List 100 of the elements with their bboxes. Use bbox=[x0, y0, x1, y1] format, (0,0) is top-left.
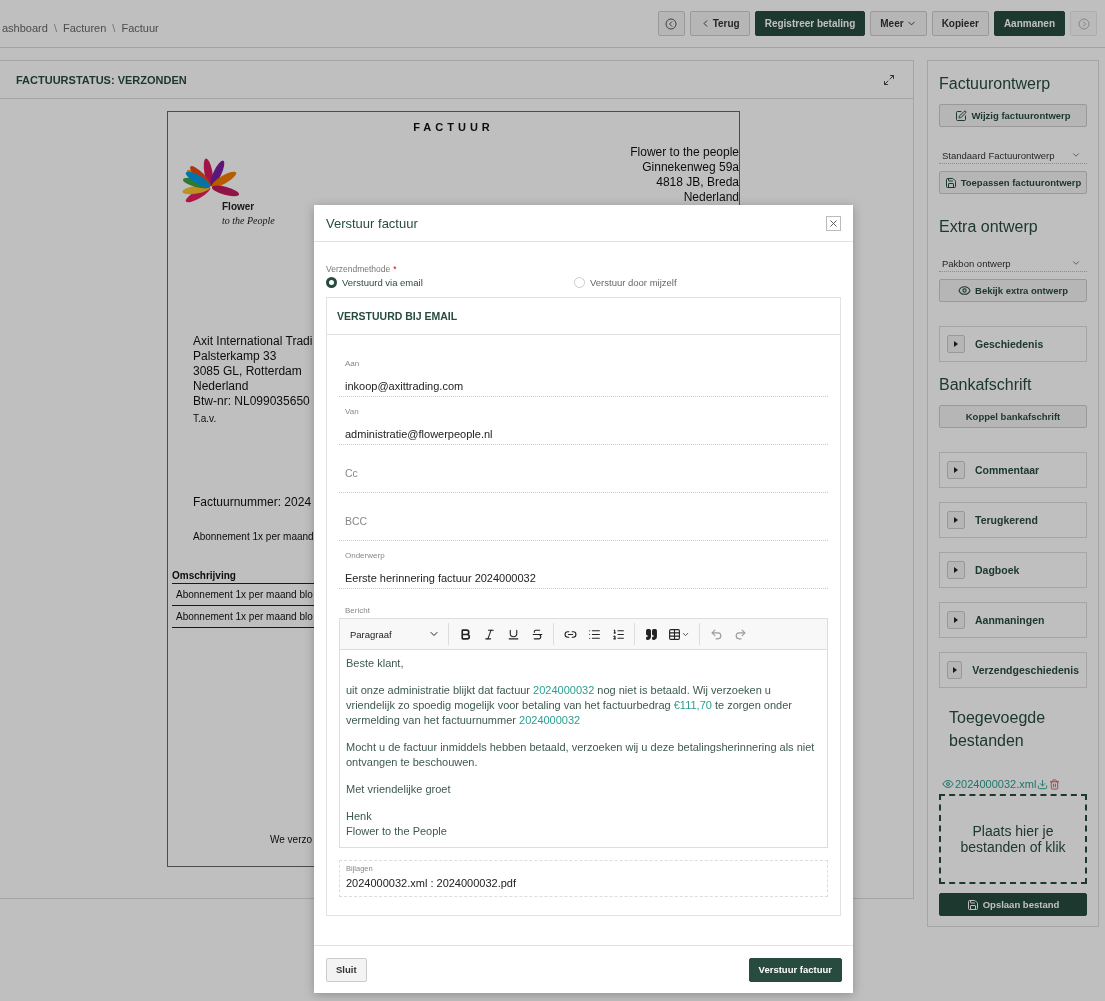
breadcrumb-separator: \ bbox=[53, 21, 57, 34]
breadcrumb-link[interactable]: Factuur bbox=[121, 21, 159, 34]
select-value: Pakbon ontwerp bbox=[942, 257, 1011, 269]
previous-icon bbox=[665, 17, 678, 30]
message-paragraph: Met vriendelijke groet bbox=[346, 782, 452, 797]
radio-label: Verstuurd via email bbox=[342, 277, 423, 288]
eye-icon bbox=[958, 284, 972, 297]
message-paragraph: Henk Flower to the People bbox=[346, 809, 448, 839]
sender-address-line: 4818 JB, Breda bbox=[656, 175, 739, 190]
recipient-address-line: Nederland bbox=[193, 379, 249, 394]
chevron-down-icon bbox=[1071, 150, 1081, 160]
quote-icon bbox=[644, 627, 658, 641]
select-value: Standaard Factuurontwerp bbox=[942, 149, 1055, 161]
field-label: Van bbox=[345, 407, 359, 416]
bold-icon bbox=[458, 627, 472, 641]
save-icon bbox=[944, 176, 957, 189]
field-value: 2024000032.xml : 2024000032.pdf bbox=[346, 877, 517, 889]
download-icon[interactable] bbox=[1037, 778, 1049, 790]
bullet-list-icon bbox=[587, 627, 601, 641]
field-label: Onderwerp bbox=[345, 551, 385, 560]
input-field[interactable]: BCC bbox=[339, 493, 828, 541]
sidebar-button[interactable]: Bekijk extra ontwerp bbox=[939, 279, 1087, 302]
field-value: inkoop@axittrading.com bbox=[345, 380, 465, 392]
field-placeholder: Cc bbox=[345, 467, 358, 479]
toolbar-button[interactable]: Terug bbox=[689, 11, 750, 36]
design-select[interactable]: Pakbon ontwerp bbox=[939, 255, 1087, 272]
send-invoice-button[interactable]: Verstuur factuur bbox=[748, 957, 842, 982]
sender-address-line: Flower to the people bbox=[630, 145, 739, 160]
toolbar-button[interactable]: Kopieer bbox=[931, 11, 989, 36]
toolbar-button[interactable]: Aanmanen bbox=[993, 11, 1065, 36]
input-field[interactable]: Onderwerp Eerste herinnering factuur 2024000032 bbox=[339, 541, 828, 589]
field-label: Aan bbox=[345, 359, 360, 368]
toolbar-button[interactable]: Registreer betaling bbox=[754, 11, 866, 36]
underline-icon bbox=[506, 627, 520, 641]
panel-title: Dagboek bbox=[975, 564, 1020, 576]
save-icon bbox=[966, 898, 979, 911]
panel-title: Commentaar bbox=[975, 464, 1040, 476]
italic-icon bbox=[482, 627, 496, 641]
radio-label: Verstuur door mijzelf bbox=[590, 277, 677, 288]
invoice-status: FACTUURSTATUS: VERZONDEN bbox=[16, 73, 187, 86]
sidebar-button[interactable]: Koppel bankafschrift bbox=[939, 405, 1087, 428]
field-value: administratie@flowerpeople.nl bbox=[345, 428, 494, 440]
triangle-right-icon bbox=[953, 341, 959, 347]
expand-toggle[interactable] bbox=[947, 661, 963, 679]
expand-toggle[interactable] bbox=[947, 511, 965, 529]
card-title: VERSTUURD BIJ EMAIL bbox=[337, 310, 458, 322]
close-button[interactable]: Sluit bbox=[326, 957, 367, 982]
expand-toggle[interactable] bbox=[947, 335, 965, 353]
section-heading: Bankafschrift bbox=[939, 375, 1033, 395]
section-heading: Extra ontwerp bbox=[939, 217, 1039, 237]
input-field[interactable]: Van administratie@flowerpeople.nl bbox=[339, 397, 828, 445]
expand-toggle[interactable] bbox=[947, 561, 965, 579]
invoice-title: FACTUUR bbox=[412, 121, 495, 133]
dialog-title: Verstuur factuur bbox=[326, 215, 418, 231]
breadcrumb-link[interactable]: Facturen bbox=[62, 21, 107, 34]
field-label: Verzendmethode * bbox=[326, 264, 398, 274]
triangle-right-icon bbox=[951, 667, 958, 673]
recipient-address-line: Btw-nr: NL099035650 bbox=[193, 394, 310, 409]
recipient-address-line: 3085 GL, Rotterdam bbox=[193, 364, 302, 379]
edit-icon bbox=[955, 109, 968, 122]
redo-icon bbox=[733, 627, 747, 641]
field-label: Bericht bbox=[345, 606, 371, 615]
input-field[interactable]: Aan inkoop@axittrading.com bbox=[339, 349, 828, 397]
radio-button[interactable] bbox=[326, 277, 337, 288]
expand-toggle[interactable] bbox=[947, 611, 965, 629]
recipient-address-line: Palsterkamp 33 bbox=[193, 349, 277, 364]
sidebar-button[interactable]: Toepassen factuurontwerp bbox=[939, 171, 1087, 194]
close-icon bbox=[828, 217, 839, 229]
eye-icon[interactable] bbox=[942, 778, 954, 790]
message-paragraph: Beste klant, bbox=[346, 656, 405, 671]
close-button[interactable] bbox=[826, 215, 841, 231]
invoice-number: Factuurnummer: 2024 bbox=[193, 495, 313, 510]
toolbar-button[interactable] bbox=[657, 11, 685, 36]
trash-icon[interactable] bbox=[1049, 778, 1061, 790]
panel-title: Aanmaningen bbox=[975, 614, 1045, 626]
panel-title: Verzendgeschiedenis bbox=[972, 664, 1079, 676]
sidebar-button[interactable]: Opslaan bestand bbox=[939, 893, 1087, 916]
recipient-address-line: Axit International Tradi bbox=[193, 334, 313, 349]
breadcrumb-separator: \ bbox=[112, 21, 116, 34]
design-select[interactable]: Standaard Factuurontwerp bbox=[939, 147, 1087, 164]
input-field[interactable]: Cc bbox=[339, 445, 828, 493]
message-paragraph: uit onze administratie blijkt dat factuur 2024000032 nog niet is betaald. Wij verzoeken u vriendelijk zo spoedig mogelijk voor betaling van het factuurbedrag €111,70 te zorgen onder vermelding van het factuurnummer 2024000032 bbox=[346, 683, 793, 728]
expand-icon[interactable] bbox=[883, 73, 895, 86]
numbered-list-icon bbox=[611, 627, 625, 641]
sidebar-button[interactable]: Wijzig factuurontwerp bbox=[939, 104, 1087, 127]
triangle-right-icon bbox=[953, 517, 959, 523]
section-heading: Factuurontwerp bbox=[939, 74, 1052, 94]
breadcrumb-link[interactable]: ashboard bbox=[2, 21, 48, 34]
undo-icon bbox=[709, 627, 723, 641]
field-placeholder: BCC bbox=[345, 515, 368, 527]
logo-text: to the People bbox=[222, 215, 275, 226]
panel-title: Terugkerend bbox=[975, 514, 1038, 526]
triangle-right-icon bbox=[953, 467, 959, 473]
expand-toggle[interactable] bbox=[947, 461, 965, 479]
strikethrough-icon bbox=[530, 627, 544, 641]
triangle-right-icon bbox=[953, 567, 959, 573]
toolbar-button[interactable]: Meer bbox=[870, 11, 927, 36]
triangle-right-icon bbox=[953, 617, 959, 623]
subscription-line: Abonnement 1x per maand bbox=[193, 530, 315, 543]
file-dropzone[interactable]: Plaats hier je bestanden of klik bbox=[939, 794, 1087, 884]
